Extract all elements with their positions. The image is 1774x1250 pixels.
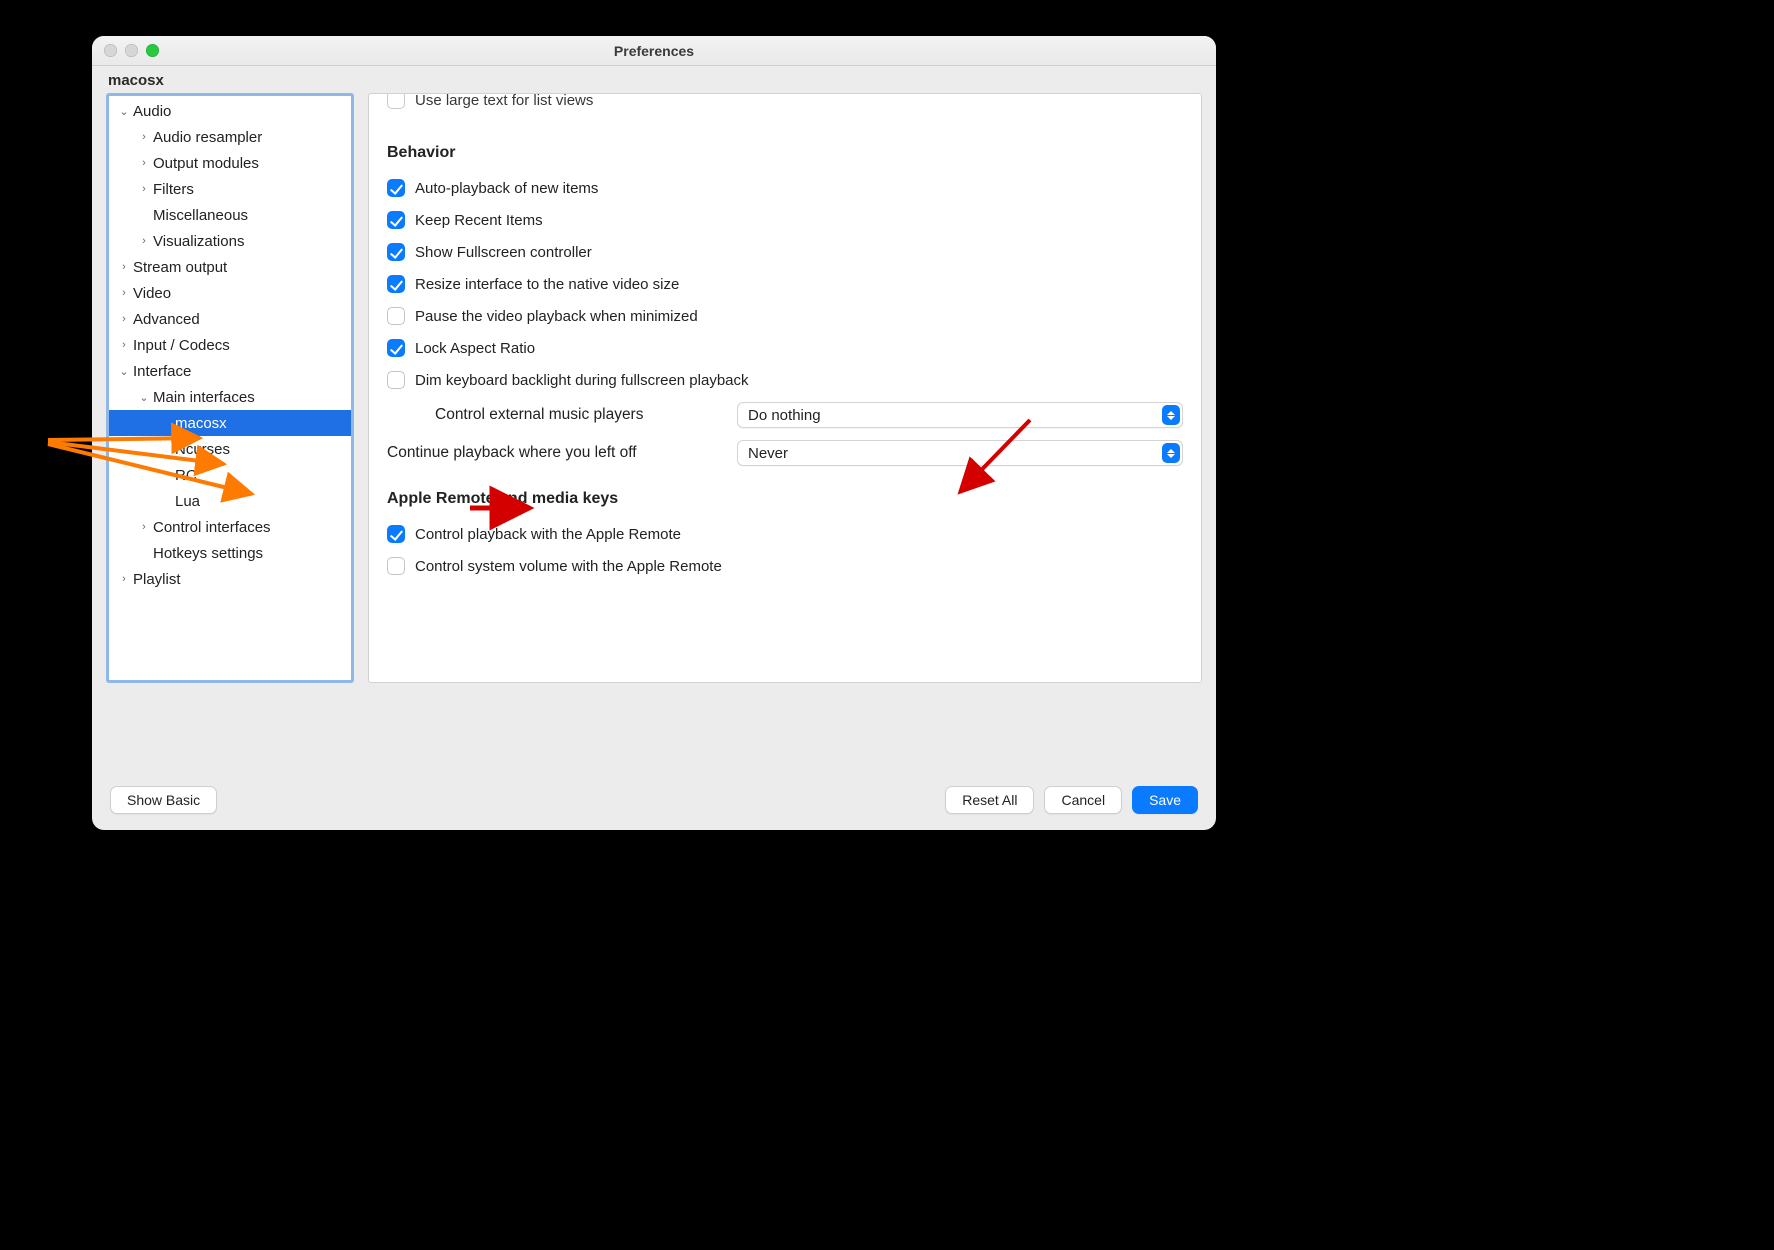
updown-icon: [1162, 405, 1180, 425]
setting-label: Continue playback where you left off: [387, 444, 725, 462]
page-title: macosx: [92, 66, 1216, 93]
checkbox[interactable]: [387, 93, 405, 109]
setting-label: Control playback with the Apple Remote: [415, 526, 681, 543]
setting-label: Auto-playback of new items: [415, 180, 598, 197]
checkbox[interactable]: [387, 179, 405, 197]
chevron-right-icon: ›: [117, 313, 131, 325]
setting-control-playback-remote: Control playback with the Apple Remote: [387, 518, 1183, 550]
setting-label: Control system volume with the Apple Rem…: [415, 558, 722, 575]
setting-label: Resize interface to the native video siz…: [415, 276, 679, 293]
setting-label: Keep Recent Items: [415, 212, 543, 229]
tree-item-rc[interactable]: ·RC: [109, 462, 351, 488]
tree-item-video[interactable]: ›Video: [109, 280, 351, 306]
tree-item-control-interfaces[interactable]: ›Control interfaces: [109, 514, 351, 540]
setting-dim-backlight: Dim keyboard backlight during fullscreen…: [387, 364, 1183, 396]
tree-item-stream-output[interactable]: ›Stream output: [109, 254, 351, 280]
tree-item-playlist[interactable]: ›Playlist: [109, 566, 351, 592]
checkbox[interactable]: [387, 371, 405, 389]
section-remote: Apple Remote and media keys: [387, 490, 1183, 508]
save-button[interactable]: Save: [1132, 786, 1198, 814]
chevron-down-icon: ⌄: [117, 105, 131, 118]
setting-label: Dim keyboard backlight during fullscreen…: [415, 372, 749, 389]
tree-item-visualizations[interactable]: ›Visualizations: [109, 228, 351, 254]
tree-item-filters[interactable]: ›Filters: [109, 176, 351, 202]
tree-item-audio-resampler[interactable]: ›Audio resampler: [109, 124, 351, 150]
updown-icon: [1162, 443, 1180, 463]
reset-all-button[interactable]: Reset All: [945, 786, 1034, 814]
setting-show-fullscreen: Show Fullscreen controller: [387, 236, 1183, 268]
chevron-right-icon: ›: [137, 521, 151, 533]
show-basic-button[interactable]: Show Basic: [110, 786, 217, 814]
setting-keep-recent: Keep Recent Items: [387, 204, 1183, 236]
tree-item-output-modules[interactable]: ›Output modules: [109, 150, 351, 176]
checkbox[interactable]: [387, 211, 405, 229]
footer: Show Basic Reset All Cancel Save: [92, 770, 1216, 830]
tree-item-macosx[interactable]: ·macosx: [109, 410, 351, 436]
tree-item-interface[interactable]: ⌄Interface: [109, 358, 351, 384]
checkbox[interactable]: [387, 557, 405, 575]
setting-label: Lock Aspect Ratio: [415, 340, 535, 357]
window-title: Preferences: [92, 43, 1216, 59]
setting-control-volume-remote: Control system volume with the Apple Rem…: [387, 550, 1183, 582]
setting-lock-aspect: Lock Aspect Ratio: [387, 332, 1183, 364]
control-external-select[interactable]: Do nothing: [737, 402, 1183, 428]
titlebar: Preferences: [92, 36, 1216, 66]
chevron-right-icon: ›: [137, 183, 151, 195]
setting-auto-playback: Auto-playback of new items: [387, 172, 1183, 204]
setting-large-text: Use large text for list views: [387, 93, 1183, 116]
tree-item-hotkeys-settings[interactable]: ·Hotkeys settings: [109, 540, 351, 566]
checkbox[interactable]: [387, 525, 405, 543]
tree-item-lua[interactable]: ·Lua: [109, 488, 351, 514]
setting-label: Control external music players: [387, 406, 725, 424]
select-value: Never: [748, 445, 788, 462]
tree-item-main-interfaces[interactable]: ⌄Main interfaces: [109, 384, 351, 410]
checkbox[interactable]: [387, 339, 405, 357]
tree-item-audio[interactable]: ⌄Audio: [109, 98, 351, 124]
setting-label: Pause the video playback when minimized: [415, 308, 698, 325]
chevron-right-icon: ›: [117, 573, 131, 585]
setting-continue-playback: Continue playback where you left off Nev…: [387, 434, 1183, 472]
tree-item-advanced[interactable]: ›Advanced: [109, 306, 351, 332]
chevron-down-icon: ⌄: [117, 365, 131, 378]
tree-item-input-codecs[interactable]: ›Input / Codecs: [109, 332, 351, 358]
chevron-right-icon: ›: [117, 287, 131, 299]
chevron-right-icon: ›: [137, 235, 151, 247]
setting-control-external: Control external music players Do nothin…: [387, 396, 1183, 434]
setting-pause-minimized: Pause the video playback when minimized: [387, 300, 1183, 332]
cancel-button[interactable]: Cancel: [1044, 786, 1122, 814]
category-tree[interactable]: ⌄Audio ›Audio resampler ›Output modules …: [106, 93, 354, 683]
checkbox[interactable]: [387, 275, 405, 293]
chevron-right-icon: ›: [137, 131, 151, 143]
setting-label: Show Fullscreen controller: [415, 244, 592, 261]
chevron-right-icon: ›: [137, 157, 151, 169]
preferences-window: Preferences macosx ⌄Audio ›Audio resampl…: [92, 36, 1216, 830]
checkbox[interactable]: [387, 307, 405, 325]
chevron-down-icon: ⌄: [137, 391, 151, 404]
continue-playback-select[interactable]: Never: [737, 440, 1183, 466]
select-value: Do nothing: [748, 407, 821, 424]
setting-label: Use large text for list views: [415, 93, 593, 109]
checkbox[interactable]: [387, 243, 405, 261]
section-behavior: Behavior: [387, 144, 1183, 162]
chevron-right-icon: ›: [117, 339, 131, 351]
chevron-right-icon: ›: [117, 261, 131, 273]
setting-resize-interface: Resize interface to the native video siz…: [387, 268, 1183, 300]
settings-panel: Use large text for list views Behavior A…: [368, 93, 1202, 683]
tree-item-ncurses[interactable]: ·Ncurses: [109, 436, 351, 462]
tree-item-miscellaneous[interactable]: ›Miscellaneous: [109, 202, 351, 228]
